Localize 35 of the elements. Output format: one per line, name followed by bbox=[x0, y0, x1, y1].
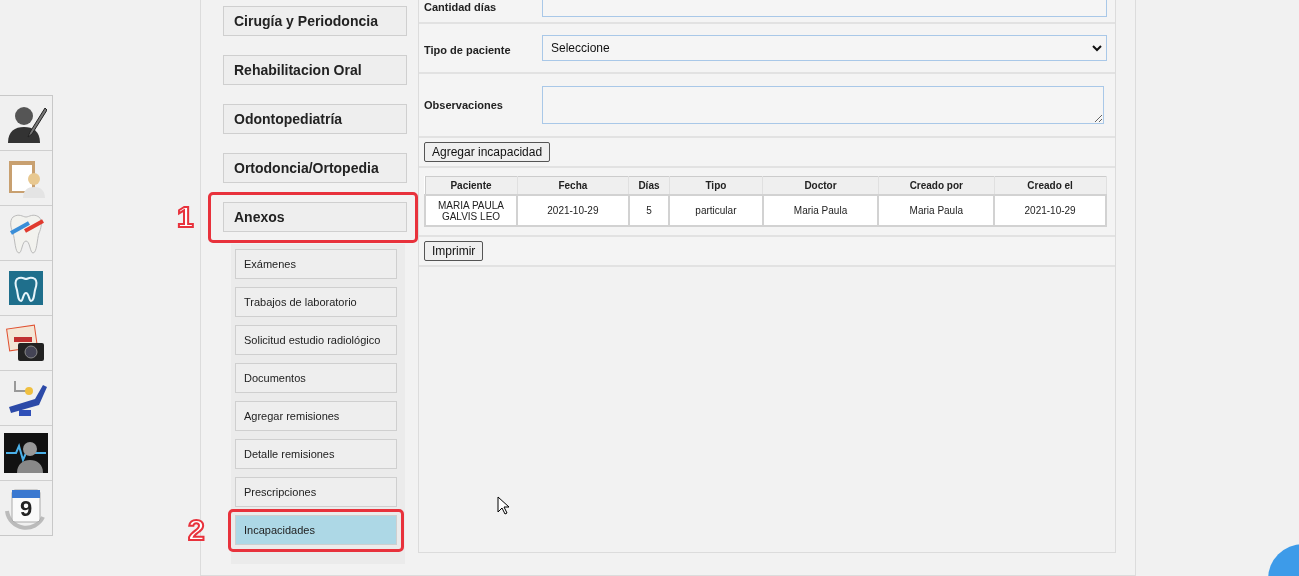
camera-icon bbox=[6, 323, 46, 363]
table-cell: Maria Paula bbox=[878, 195, 995, 226]
submenu-item[interactable]: Agregar remisiones bbox=[235, 401, 397, 431]
field-label: Cantidad días bbox=[424, 1, 498, 13]
text-area[interactable] bbox=[542, 86, 1104, 124]
add-button[interactable]: Agregar incapacidad bbox=[424, 142, 551, 162]
cursor-icon bbox=[497, 496, 510, 515]
field-label: Observaciones bbox=[424, 99, 504, 111]
chevron-down-icon bbox=[1092, 44, 1102, 52]
table-cell: 2021-10-29 bbox=[517, 195, 629, 226]
input-field[interactable] bbox=[542, 0, 1107, 17]
monitor-person-icon bbox=[4, 433, 48, 473]
menu-button[interactable]: Cirugía y Periodoncia bbox=[223, 6, 407, 36]
menu-button[interactable]: Ortodoncia/Ortopedia bbox=[223, 153, 407, 183]
submenu-item[interactable]: Detalle remisiones bbox=[235, 439, 397, 469]
submenu-item[interactable]: Incapacidades bbox=[235, 515, 397, 545]
menu-button[interactable]: Odontopediatría bbox=[223, 104, 407, 134]
print-button[interactable]: Imprimir bbox=[424, 241, 484, 261]
field-label: Tipo de paciente bbox=[424, 43, 512, 56]
menu-button[interactable]: Rehabilitacion Oral bbox=[223, 55, 407, 85]
submenu-item[interactable]: Solicitud estudio radiológico bbox=[235, 325, 397, 355]
table-cell: particular bbox=[669, 195, 763, 226]
table-cell: MARIA PAULA GALVIS LEO bbox=[425, 195, 517, 226]
table-cell: 5 bbox=[628, 195, 670, 226]
select-field[interactable]: Seleccione bbox=[542, 35, 1107, 61]
tooth-xray-icon bbox=[9, 271, 43, 305]
step-number: 1 bbox=[177, 202, 194, 232]
submenu-item[interactable]: Documentos bbox=[235, 363, 397, 393]
submenu-item[interactable]: Prescripciones bbox=[235, 477, 397, 507]
table-cell: 2021-10-29 bbox=[994, 195, 1106, 226]
table-cell: Maria Paula bbox=[762, 195, 879, 226]
submenu-item[interactable]: Trabajos de laboratorio bbox=[235, 287, 397, 317]
submenu-item[interactable]: Exámenes bbox=[235, 249, 397, 279]
step-number: 2 bbox=[188, 515, 205, 545]
menu-button[interactable]: Anexos bbox=[223, 202, 407, 232]
